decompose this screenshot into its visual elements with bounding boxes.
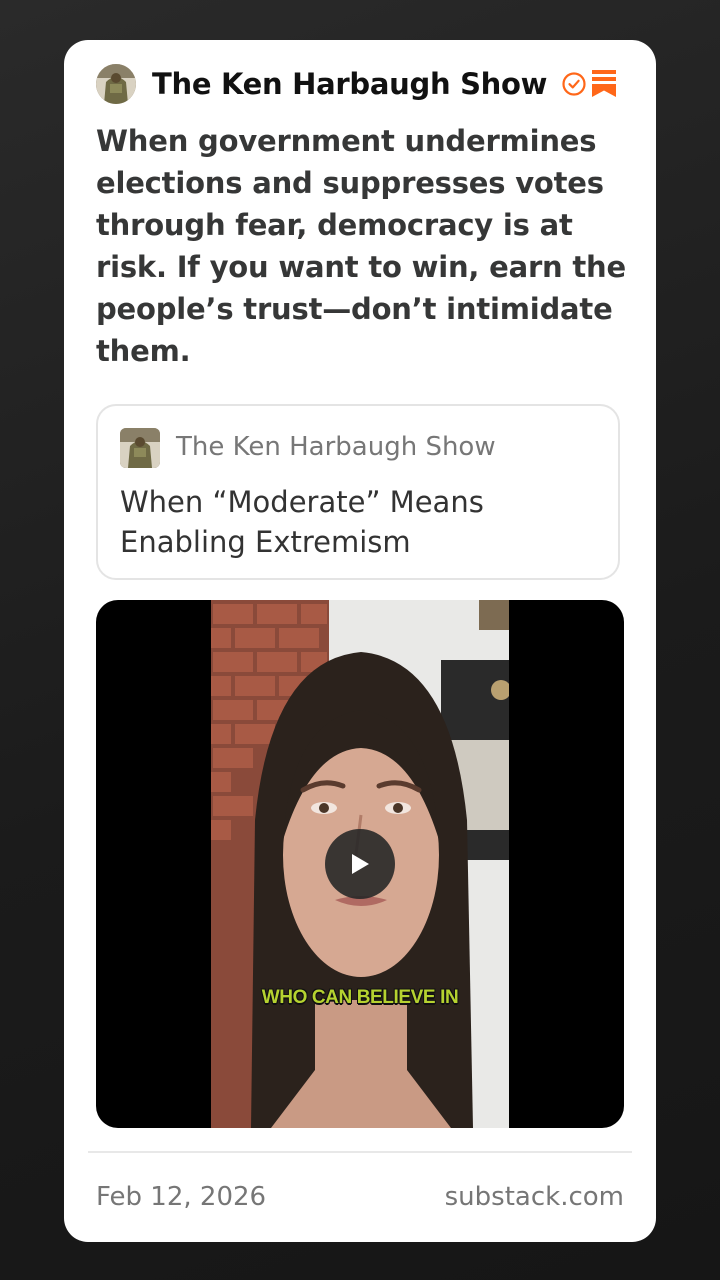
play-button[interactable] [325, 829, 395, 899]
source-domain[interactable]: substack.com [445, 1182, 624, 1212]
note-body-text: When government undermines elections and… [96, 124, 626, 368]
linked-publication-avatar [120, 428, 160, 468]
linked-publication-name: The Ken Harbaugh Show [176, 432, 496, 462]
publication-name[interactable]: The Ken Harbaugh Show [152, 67, 547, 101]
video-player[interactable]: WHO CAN BELIEVE IN [96, 600, 624, 1128]
linked-post-title: When “Moderate” Means Enabling Extremism [120, 485, 484, 559]
bookmark-icon[interactable] [592, 70, 616, 98]
verified-check-icon [562, 72, 586, 96]
play-icon [352, 854, 369, 874]
post-date: Feb 12, 2026 [96, 1182, 267, 1212]
publication-avatar[interactable] [96, 64, 136, 104]
note-header: The Ken Harbaugh Show [96, 64, 624, 104]
video-caption: WHO CAN BELIEVE IN [261, 987, 459, 1008]
note-card[interactable]: The Ken Harbaugh Show When government un… [64, 40, 656, 1242]
footer-divider [88, 1151, 632, 1153]
linked-post-card[interactable]: The Ken Harbaugh Show When “Moderate” Me… [96, 404, 620, 580]
